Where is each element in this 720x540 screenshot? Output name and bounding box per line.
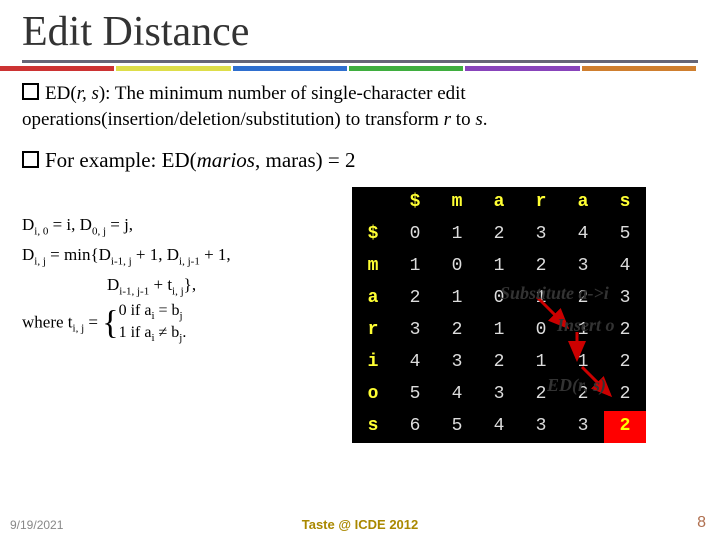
square-bullet-icon (22, 83, 39, 100)
page-title: Edit Distance (0, 0, 720, 56)
table-wrap: $maras$012345m101234a210123r321012i43211… (352, 187, 698, 443)
formula-line: Di, j = min{Di-1, j + 1, Di, j-1 + 1, (22, 241, 352, 271)
slide: Edit Distance ED(r, s): The minimum numb… (0, 0, 720, 540)
formula-block: Di, 0 = i, D0, j = j, Di, j = min{Di-1, … (22, 187, 352, 443)
text: For example: ED( (45, 148, 197, 172)
footer-page-number: 8 (697, 514, 706, 532)
text-italic: r (444, 109, 451, 130)
brace-icon: { (102, 304, 118, 341)
formula-line: Di, 0 = i, D0, j = j, (22, 211, 352, 241)
text: , maras) = 2 (255, 148, 355, 172)
square-bullet-icon (22, 151, 39, 168)
text: to (451, 109, 475, 130)
text-italic: s (475, 109, 482, 130)
bullet-definition: ED(r, s): The minimum number of single-c… (22, 81, 698, 132)
main-row: Di, 0 = i, D0, j = j, Di, j = min{Di-1, … (22, 187, 698, 443)
accent-bar (0, 66, 698, 71)
text: . (483, 109, 488, 130)
bullet-example: For example: ED(marios, maras) = 2 (22, 146, 698, 174)
annotation-result: ED(r, s) (547, 373, 606, 397)
formula-line: where ti, j = { 0 if ai = bj 1 if ai ≠ b… (22, 301, 352, 346)
text: ED( (45, 83, 77, 104)
piecewise: 0 if ai = bj 1 if ai ≠ bj. (119, 301, 187, 346)
formula-line: Di-1, j-1 + ti, j}, (22, 271, 352, 301)
title-underline (22, 60, 698, 63)
footer-venue: Taste @ ICDE 2012 (0, 517, 720, 532)
content-area: ED(r, s): The minimum number of single-c… (0, 71, 720, 443)
text-italic: marios (197, 148, 255, 172)
annotation-substitute: Substitute a->i (500, 281, 609, 305)
text-italic: r, s (77, 83, 99, 104)
annotation-insert: Insert o (557, 313, 615, 337)
